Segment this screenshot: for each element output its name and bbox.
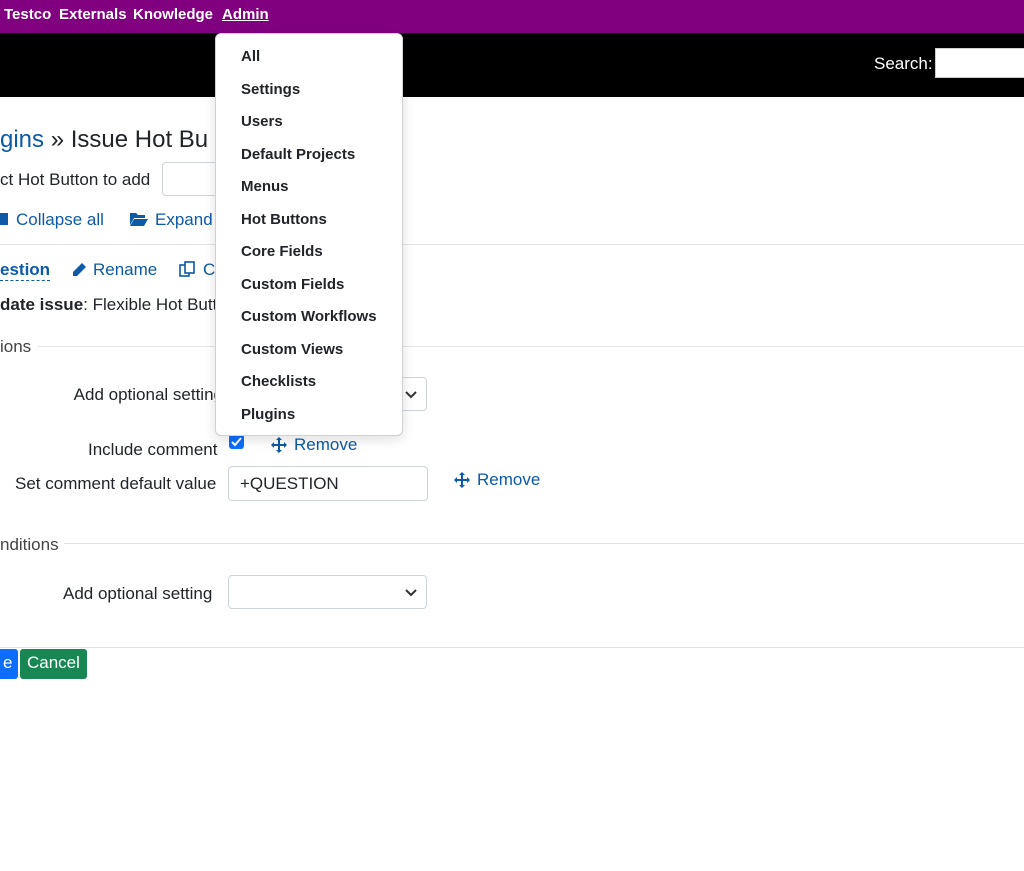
admin-menu-item-custom-workflows[interactable]: Custom Workflows	[241, 308, 377, 325]
nav-externals[interactable]: Externals	[59, 6, 127, 23]
admin-menu-item-default-projects[interactable]: Default Projects	[241, 146, 355, 163]
page-title: gins » Issue Hot Bu	[0, 126, 208, 154]
hot-button-select[interactable]	[162, 162, 222, 196]
rename-link[interactable]: Rename	[93, 260, 157, 280]
include-comment-checkbox[interactable]	[229, 434, 244, 449]
page-title-text: Issue Hot Bu	[70, 126, 209, 153]
header-bar	[0, 33, 1024, 97]
remove-include-comment-link[interactable]: Remove	[294, 435, 357, 455]
pencil-icon	[73, 263, 86, 276]
section-conditions-heading: nditions	[0, 535, 59, 554]
check-icon	[231, 437, 242, 447]
admin-menu-item-settings[interactable]: Settings	[241, 81, 300, 98]
admin-menu-item-users[interactable]: Users	[241, 113, 283, 130]
tab-question[interactable]: estion	[0, 260, 51, 281]
admin-menu-item-checklists[interactable]: Checklists	[241, 373, 316, 390]
update-issue-row: date issue: Flexible Hot Butto	[0, 295, 227, 315]
comment-default-input[interactable]: +QUESTION	[228, 466, 428, 501]
nav-testco[interactable]: Testco	[4, 6, 51, 23]
nav-knowledge[interactable]: Knowledge	[133, 6, 213, 23]
collapse-all-link[interactable]: Collapse all	[16, 210, 104, 230]
expand-all-link[interactable]: Expand	[155, 210, 213, 230]
update-issue-value: : Flexible Hot Butto	[83, 295, 227, 314]
add-optional-setting-label-2: Add optional setting	[63, 584, 213, 603]
divider	[64, 543, 1024, 544]
breadcrumb-separator: »	[50, 126, 65, 153]
breadcrumb-link-plugins[interactable]: gins	[0, 126, 44, 153]
select-hot-button-label: ct Hot Button to add	[0, 170, 151, 189]
nav-admin[interactable]: Admin	[222, 6, 269, 23]
top-nav: Testco Externals Knowledge Admin	[0, 0, 1024, 33]
set-comment-default-label: Set comment default value	[15, 474, 217, 493]
search-input[interactable]	[935, 48, 1024, 78]
divider	[38, 346, 1024, 347]
admin-menu-item-hot-buttons[interactable]: Hot Buttons	[241, 211, 327, 228]
admin-menu-item-custom-fields[interactable]: Custom Fields	[241, 276, 344, 293]
admin-menu-item-plugins[interactable]: Plugins	[241, 406, 295, 423]
add-optional-setting-label: Add optional setting	[73, 385, 223, 404]
collapse-icon	[0, 213, 8, 225]
save-button[interactable]: e	[0, 649, 18, 679]
folder-open-icon	[130, 213, 148, 226]
update-issue-label: date issue	[0, 295, 84, 314]
section-actions-heading: ions	[0, 337, 32, 356]
divider	[0, 244, 1024, 245]
chevron-down-icon	[405, 391, 417, 399]
admin-menu-item-all[interactable]: All	[241, 48, 260, 65]
admin-dropdown-menu: All Settings Users Default Projects Menu…	[215, 33, 403, 436]
admin-menu-item-menus[interactable]: Menus	[241, 178, 289, 195]
cancel-button[interactable]: Cancel	[20, 649, 87, 679]
optional-condition-select[interactable]	[228, 575, 427, 609]
divider	[0, 647, 1024, 648]
admin-menu-item-core-fields[interactable]: Core Fields	[241, 243, 323, 260]
chevron-down-icon	[405, 589, 417, 597]
move-icon	[271, 437, 287, 453]
copy-link[interactable]: C	[203, 260, 215, 280]
remove-comment-default-link[interactable]: Remove	[477, 470, 540, 490]
move-icon	[454, 472, 470, 488]
admin-menu-item-custom-views[interactable]: Custom Views	[241, 341, 343, 358]
include-comment-label: Include comment	[88, 440, 218, 459]
copy-icon	[179, 261, 195, 277]
search-label: Search:	[874, 54, 933, 73]
